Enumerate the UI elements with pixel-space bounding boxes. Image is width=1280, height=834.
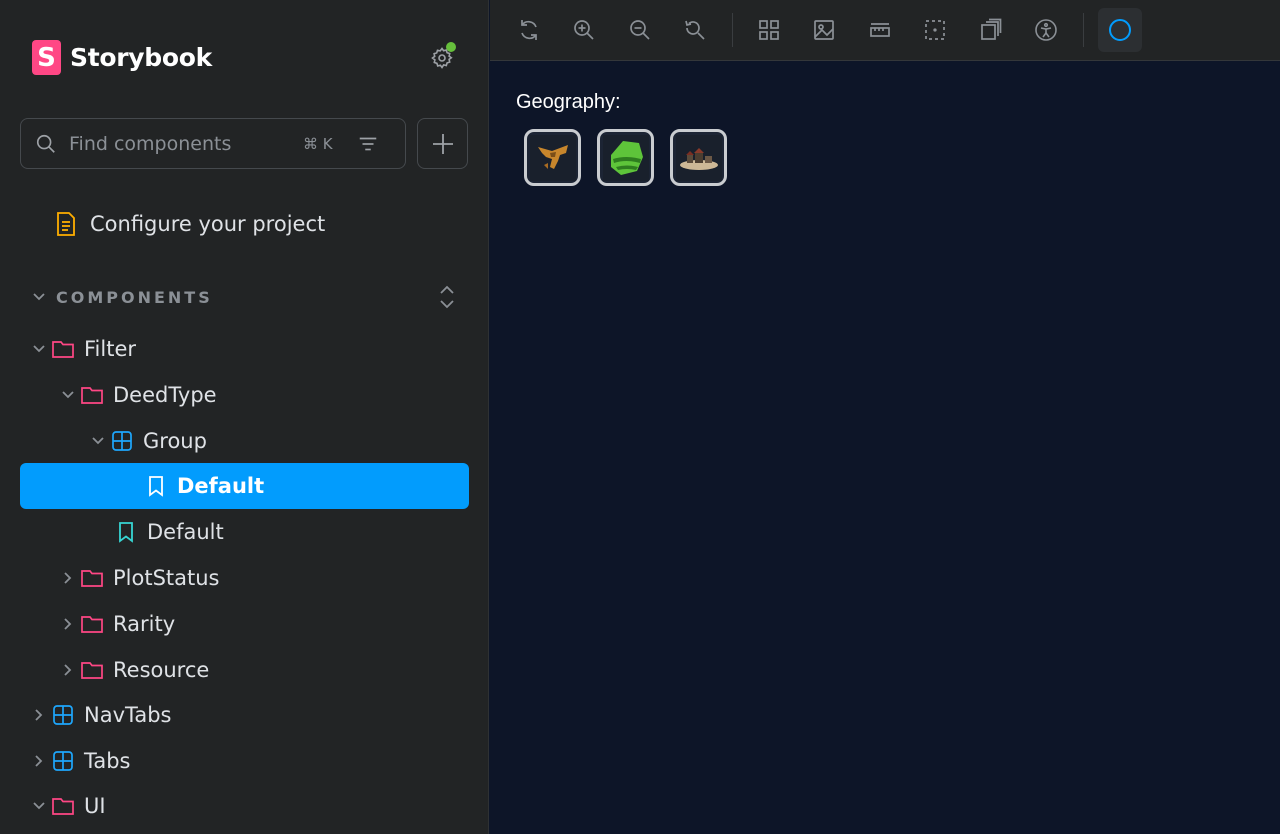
- plains-geography-icon: [675, 134, 722, 181]
- outline-icon: [925, 20, 945, 40]
- accessibility-icon: [1035, 19, 1057, 41]
- circle-icon: [1109, 19, 1131, 41]
- tree-item-navtabs[interactable]: NavTabs: [31, 695, 172, 735]
- storybook-logo: S: [32, 40, 61, 75]
- folder-icon: [52, 798, 74, 815]
- folder-icon: [81, 616, 103, 633]
- expand-all-button[interactable]: [433, 283, 461, 311]
- chevron-down-icon: [33, 293, 45, 301]
- tree-item-label: DeedType: [113, 383, 217, 407]
- zoom-out-button[interactable]: [618, 8, 662, 52]
- filter-icon[interactable]: [357, 133, 379, 155]
- update-indicator: [446, 42, 456, 52]
- tree-item-filter[interactable]: Filter: [31, 329, 136, 369]
- sidebar: S Storybook ⌘ K Configure your project C…: [0, 0, 489, 834]
- tree-item-label: Tabs: [84, 749, 131, 773]
- tree-item-default[interactable]: Default: [114, 512, 224, 552]
- search-icon: [36, 134, 55, 153]
- tree-item-plotstatus[interactable]: PlotStatus: [60, 558, 220, 598]
- brand-name: Storybook: [70, 43, 212, 72]
- geography-forest-tile[interactable]: [597, 129, 654, 186]
- geography-plains-tile[interactable]: [670, 129, 727, 186]
- reload-icon: [521, 20, 537, 40]
- accessibility-button[interactable]: [1024, 8, 1068, 52]
- tree-item-deedtype[interactable]: DeedType: [60, 375, 217, 415]
- zoom-in-button[interactable]: [562, 8, 606, 52]
- folder-icon: [81, 387, 103, 404]
- chevron-down-icon: [33, 345, 45, 353]
- background-icon: [814, 20, 834, 40]
- components-section-header[interactable]: COMPONENTS: [31, 284, 461, 310]
- chevron-down-icon: [62, 391, 74, 399]
- tree-item-tabs[interactable]: Tabs: [31, 741, 131, 781]
- background-button[interactable]: [802, 8, 846, 52]
- chevron-right-icon: [35, 755, 43, 767]
- chevron-down-icon: [33, 802, 45, 810]
- chevron-right-icon: [64, 618, 72, 630]
- tree-item-label: PlotStatus: [113, 566, 220, 590]
- tree-item-label: NavTabs: [84, 703, 172, 727]
- bookmark-icon: [149, 476, 163, 497]
- story-canvas: Geography:: [490, 62, 1280, 834]
- add-component-button[interactable]: [417, 118, 468, 169]
- grid-button[interactable]: [747, 8, 791, 52]
- search-input[interactable]: [69, 132, 299, 155]
- chevron-right-icon: [35, 709, 43, 721]
- tree-item-label: Filter: [84, 337, 137, 361]
- document-icon: [57, 212, 75, 236]
- geography-desert-tile[interactable]: [524, 129, 581, 186]
- reload-button[interactable]: [507, 8, 551, 52]
- measure-icon: [870, 23, 890, 37]
- preview-toolbar: [490, 0, 1280, 61]
- folder-icon: [81, 662, 103, 679]
- toolbar-divider: [1083, 13, 1084, 47]
- chevron-down-icon: [92, 437, 104, 445]
- zoom-reset-button[interactable]: [673, 8, 717, 52]
- tree-item-label: Default: [177, 474, 265, 498]
- search-shortcut: ⌘ K: [303, 134, 333, 153]
- tree-item-label: Rarity: [113, 612, 176, 636]
- settings-button[interactable]: [426, 42, 458, 74]
- viewport-button[interactable]: [969, 8, 1013, 52]
- zoom-out-icon: [630, 20, 650, 40]
- desert-geography-icon: [529, 134, 576, 181]
- configure-label: Configure your project: [90, 212, 326, 236]
- expand-collapse-icon: [440, 285, 454, 309]
- tree-item-rarity[interactable]: Rarity: [60, 604, 175, 644]
- measure-button[interactable]: [858, 8, 902, 52]
- tree-item-label: Default: [147, 520, 224, 544]
- tree-item-label: Group: [143, 429, 207, 453]
- forest-geography-icon: [602, 134, 649, 181]
- geography-label: Geography:: [516, 91, 621, 113]
- tree-item-ui[interactable]: UI: [31, 786, 106, 826]
- folder-icon: [52, 341, 74, 358]
- zoom-in-icon: [574, 20, 594, 40]
- chevron-right-icon: [64, 664, 72, 676]
- viewport-icon: [981, 18, 1002, 40]
- outline-button[interactable]: [913, 8, 957, 52]
- tree-item-resource[interactable]: Resource: [60, 650, 209, 690]
- grid-icon: [759, 20, 779, 40]
- chevron-right-icon: [64, 572, 72, 584]
- tree-item-group[interactable]: Group: [90, 421, 207, 461]
- search-box[interactable]: ⌘ K: [20, 118, 406, 169]
- tree-item-default-selected[interactable]: Default: [20, 463, 469, 509]
- bookmark-icon: [119, 522, 133, 543]
- folder-icon: [81, 570, 103, 587]
- plus-icon: [432, 133, 453, 154]
- component-icon: [112, 431, 132, 451]
- component-icon: [53, 705, 73, 725]
- component-icon: [53, 751, 73, 771]
- zoom-reset-icon: [685, 20, 705, 40]
- brand[interactable]: S Storybook: [32, 40, 212, 75]
- tree-item-label: UI: [84, 794, 106, 818]
- theme-toggle-button[interactable]: [1098, 8, 1142, 52]
- configure-project-link[interactable]: Configure your project: [54, 211, 325, 237]
- toolbar-divider: [732, 13, 733, 47]
- section-label: COMPONENTS: [56, 287, 213, 307]
- tree-item-label: Resource: [113, 658, 210, 682]
